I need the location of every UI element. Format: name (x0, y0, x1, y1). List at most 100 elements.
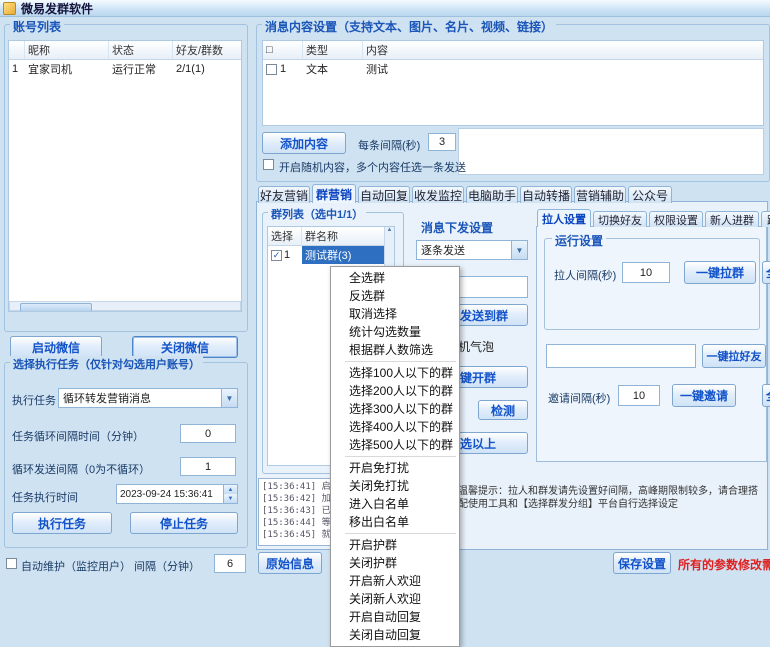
tab-monitor[interactable]: 收发监控 (412, 186, 464, 203)
chevron-down-icon[interactable]: ▼ (221, 389, 237, 407)
tab-pc-assistant[interactable]: 电脑助手 (466, 186, 518, 203)
menu-item[interactable]: 全选群 (331, 269, 459, 287)
group-table-header: 选择 群名称 (268, 227, 394, 246)
content-row-index: 1 (280, 63, 286, 75)
title-bar: 微易发群软件 (0, 0, 770, 17)
run-task-button[interactable]: 执行任务 (12, 512, 112, 534)
datetime-spinner[interactable]: ▲▼ (224, 484, 238, 504)
tab-group-marketing[interactable]: 群营销 (312, 184, 356, 203)
run-settings-title: 运行设置 (552, 232, 606, 249)
tab-new-member[interactable]: 新人进群 (705, 211, 759, 227)
accounts-hscrollbar[interactable] (9, 301, 241, 311)
content-preview-box[interactable] (458, 128, 764, 175)
spin-up-icon[interactable]: ▲ (224, 485, 237, 494)
menu-item[interactable]: 移出白名单 (331, 513, 459, 531)
account-row-index: 1 (9, 60, 25, 78)
spin-down-icon[interactable]: ▼ (224, 494, 237, 503)
random-content-checkbox[interactable] (263, 159, 274, 170)
task-loop-label: 循环发送间隔（0为不循环） (12, 461, 150, 477)
row-checkbox[interactable]: ✓ (271, 250, 282, 261)
task-box-title: 选择执行任务（仅针对勾选用户账号） (10, 356, 203, 372)
auto-maintain-interval-input[interactable]: 6 (214, 554, 246, 573)
group-header-check: 选择 (268, 227, 302, 245)
group-row-check[interactable]: ✓1 (268, 246, 302, 264)
tab-permission-settings[interactable]: 权限设置 (649, 211, 703, 227)
task-datetime-input[interactable]: 2023-09-24 15:36:41 (116, 484, 224, 504)
task-loop-input[interactable]: 1 (180, 457, 236, 476)
task-select-label: 执行任务 (12, 392, 56, 408)
content-table-header: □ 类型 内容 (263, 41, 763, 60)
menu-item[interactable]: 进入白名单 (331, 495, 459, 513)
scroll-up-icon[interactable]: ▲ (387, 227, 393, 233)
menu-item[interactable]: 开启护群 (331, 536, 459, 554)
menu-item[interactable]: 选择200人以下的群 (331, 382, 459, 400)
account-row-status: 运行正常 (109, 60, 173, 78)
tab-auto-forward[interactable]: 自动转播 (520, 186, 572, 203)
menu-item[interactable]: 开启免打扰 (331, 459, 459, 477)
invite-all-button[interactable]: 全部邀请 (762, 384, 770, 407)
run-settings-groupbox (544, 238, 760, 330)
friend-target-input[interactable] (546, 344, 696, 368)
raw-info-button[interactable]: 原始信息 (258, 552, 322, 574)
menu-item[interactable]: 开启新人欢迎 (331, 572, 459, 590)
content-header-body: 内容 (363, 41, 763, 59)
cancel-task-button[interactable]: 停止任务 (130, 512, 238, 534)
window-title: 微易发群软件 (21, 0, 93, 17)
close-wechat-button[interactable]: 关闭微信 (132, 336, 238, 358)
menu-item[interactable]: 选择100人以下的群 (331, 364, 459, 382)
task-delay-input[interactable]: 0 (180, 424, 236, 443)
pull-interval-input[interactable]: 10 (622, 262, 670, 283)
accounts-header-nickname: 昵称 (25, 41, 109, 59)
app-window: 微易发群软件 账号列表 昵称 状态 好友/群数 1 宜家司机 运行正常 2/1(… (0, 0, 770, 647)
menu-item[interactable]: 反选群 (331, 287, 459, 305)
menu-item[interactable]: 取消选择 (331, 305, 459, 323)
menu-item[interactable]: 关闭自动回复 (331, 626, 459, 644)
tab-official-account[interactable]: 公众号 (628, 186, 672, 203)
tab-marketing-tools[interactable]: 营销辅助 (574, 186, 626, 203)
invite-interval-label: 邀请间隔(秒) (548, 390, 610, 406)
invite-tab-strip: 拉人设置 切换好友 权限设置 新人进群 踢人 (537, 209, 770, 227)
menu-item[interactable]: 关闭免打扰 (331, 477, 459, 495)
save-settings-button[interactable]: 保存设置 (613, 552, 671, 574)
tab-friend-marketing[interactable]: 好友营销 (258, 186, 310, 203)
invite-button[interactable]: 一键邀请 (672, 384, 736, 407)
menu-item[interactable]: 选择300人以下的群 (331, 400, 459, 418)
pull-all-button[interactable]: 全部拉群 (762, 261, 770, 284)
tab-auto-reply[interactable]: 自动回复 (358, 186, 410, 203)
menu-item[interactable]: 统计勾选数量 (331, 323, 459, 341)
pull-group-button[interactable]: 一键拉群 (684, 261, 756, 284)
pull-friend-button[interactable]: 一键拉好友 (702, 344, 766, 368)
menu-item[interactable]: 开启自动回复 (331, 608, 459, 626)
auto-maintain-checkbox[interactable] (6, 558, 17, 569)
table-row[interactable]: 1 文本 测试 (263, 60, 763, 78)
invite-interval-input[interactable]: 10 (618, 385, 660, 406)
menu-item[interactable]: 选择400人以下的群 (331, 418, 459, 436)
auto-maintain-label: 自动维护（监控用户） 间隔（分钟） (21, 558, 200, 574)
group-context-menu: 全选群 反选群 取消选择 统计勾选数量 根据群人数筛选 选择100人以下的群 选… (330, 266, 460, 647)
row-checkbox[interactable] (266, 64, 277, 75)
task-select-combobox[interactable]: 循环转发营销消息 ▼ (58, 388, 238, 408)
add-content-button[interactable]: 添加内容 (262, 132, 346, 154)
chevron-down-icon[interactable]: ▼ (511, 241, 527, 259)
group-header-name: 群名称 (302, 227, 394, 245)
account-row-counts: 2/1(1) (173, 60, 241, 78)
menu-item[interactable]: 关闭新人欢迎 (331, 590, 459, 608)
send-mode-combobox[interactable]: 逐条发送 ▼ (416, 240, 528, 260)
menu-item[interactable]: 选择500人以下的群 (331, 436, 459, 454)
accounts-header-blank (9, 41, 25, 59)
tab-invite-settings[interactable]: 拉人设置 (537, 209, 591, 227)
content-row-check[interactable]: 1 (263, 60, 303, 78)
accounts-hscrollbar-thumb[interactable] (20, 303, 92, 312)
group-list-title: 群列表（选中1/1） (268, 206, 366, 222)
table-row[interactable]: 1 宜家司机 运行正常 2/1(1) (9, 60, 241, 78)
menu-item[interactable]: 根据群人数筛选 (331, 341, 459, 359)
table-row[interactable]: ✓1 测试群(3) (268, 246, 394, 264)
tab-kick[interactable]: 踢人 (761, 211, 770, 227)
tab-switch-friends[interactable]: 切换好友 (593, 211, 647, 227)
accounts-header-status: 状态 (109, 41, 173, 59)
menu-item[interactable]: 关闭护群 (331, 554, 459, 572)
content-interval-input[interactable]: 3 (428, 133, 456, 151)
start-wechat-button[interactable]: 启动微信 (10, 336, 102, 358)
accounts-header-counts: 好友/群数 (173, 41, 241, 59)
check-button[interactable]: 检测 (478, 400, 528, 420)
